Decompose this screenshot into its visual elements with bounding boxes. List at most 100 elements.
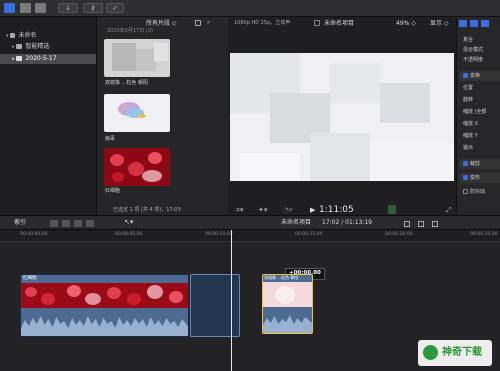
clip-label: 病毒: [105, 136, 116, 142]
disclosure-icon[interactable]: ▸: [12, 44, 15, 50]
play-icon[interactable]: ▶: [310, 207, 315, 214]
speed-icon[interactable]: ◔▾: [283, 207, 293, 214]
audio-waveform: [21, 310, 188, 336]
inspector-row-label: 防抖动: [470, 189, 486, 195]
clip-name-label: 红细胞: [23, 276, 37, 281]
inspector: 复合 混合模式 不透明度 变换 位置 旋转 缩放 (全部 缩放 X 缩放 Y 锚…: [456, 17, 500, 215]
timeline-project-name: 未命名项目: [281, 219, 312, 226]
inspector-row-rotation[interactable]: 旋转: [459, 95, 500, 105]
sidebar-item-smart-collections[interactable]: ▸ 智能精选: [0, 42, 96, 52]
audio-waveform: [263, 309, 312, 333]
date-header-label: 2020年5月17日: [107, 28, 145, 34]
inspector-row-stabilization[interactable]: 防抖动: [459, 187, 500, 197]
timeline-gap-clip[interactable]: [190, 274, 240, 337]
clip-appearance-icon[interactable]: [404, 221, 410, 227]
import-button[interactable]: ↓: [58, 3, 78, 13]
folder-icon: [16, 44, 23, 49]
inspector-row-position[interactable]: 位置: [459, 83, 500, 93]
clip-filmstrip: [263, 282, 312, 307]
inspector-row-label: 缩放 Y: [463, 133, 478, 139]
timeline-toolbar: 索引 ↖▾ 未命名项目 17:02 / 01:13:19: [0, 215, 500, 230]
sidebar-item-label: 未命名: [18, 32, 37, 39]
viewer: 1080p HD 25p，立体声 未命名项目 49% ◇ 显示 ◇ ⌗▾ ✦▾ …: [228, 17, 456, 215]
info-inspector-icon[interactable]: [481, 20, 489, 27]
clip-label: 双镜像 ...粒色 朝阳: [105, 80, 148, 86]
clip-thumbnail-virus[interactable]: [104, 94, 170, 132]
inspector-row-label: 复合: [463, 37, 474, 43]
index-button[interactable]: 索引: [14, 220, 26, 226]
clip-filter-dropdown[interactable]: 所有片段 ◇: [146, 21, 177, 27]
playhead[interactable]: [231, 230, 232, 371]
display-dropdown[interactable]: 显示 ◇: [430, 21, 449, 27]
download-icon: ↓: [65, 4, 71, 12]
connect-clip-icon[interactable]: [50, 220, 58, 227]
ruler-tick-label: 00:00:00:00: [20, 232, 48, 237]
ruler-tick-label: 00:00:05:00: [115, 232, 143, 237]
fullscreen-icon[interactable]: ⤢: [446, 207, 452, 214]
inspector-row-crop[interactable]: 裁剪: [459, 159, 500, 169]
inspector-row-label: 缩放 X: [463, 121, 479, 127]
timeline-clip-mirror[interactable]: 双镜像 ...粒色 朝阳: [262, 274, 313, 334]
disclosure-icon[interactable]: ▾: [6, 33, 9, 39]
inspector-row-anchor[interactable]: 锚点: [459, 143, 500, 153]
ruler-tick-label: 00:00:15:00: [295, 232, 323, 237]
enhancements-icon[interactable]: ✦▾: [258, 207, 267, 214]
inspector-row-scale-all[interactable]: 缩放 (全部: [459, 107, 500, 117]
keyword-button[interactable]: ⚷: [83, 3, 103, 13]
checkbox[interactable]: [463, 161, 468, 166]
inspector-row-compositing[interactable]: 复合: [459, 35, 500, 45]
search-icon[interactable]: ⌕: [207, 20, 210, 26]
title-toolbar: ↓ ⚷ ✓: [0, 0, 500, 17]
sidebar-item-label: 智能精选: [25, 43, 50, 50]
inspector-row-label: 裁剪: [470, 161, 481, 167]
clip-name-label: 双镜像 ...粒色 朝阳: [264, 275, 299, 280]
video-inspector-icon[interactable]: [459, 20, 467, 27]
inspector-row-label: 变形: [470, 175, 481, 181]
insert-clip-icon[interactable]: [62, 220, 70, 227]
inspector-row-opacity[interactable]: 不透明度: [459, 55, 500, 65]
clip-filmstrip: [21, 283, 188, 308]
disclosure-icon[interactable]: ▸: [12, 56, 15, 62]
filter-label: 所有片段: [146, 20, 171, 27]
timecode-display[interactable]: 1:11:05: [319, 206, 354, 215]
library-browser-toggle[interactable]: [4, 3, 15, 13]
effects-browser-icon[interactable]: [418, 221, 424, 227]
select-tool-icon[interactable]: ↖▾: [124, 219, 133, 226]
transform-tool-icon[interactable]: ⌗▾: [236, 207, 243, 214]
photos-audio-toggle[interactable]: [20, 3, 31, 13]
timeline-ruler[interactable]: 00:00:00:00 00:00:05:00 00:00:10:00 00:0…: [0, 230, 500, 242]
display-label: 显示: [430, 20, 443, 27]
append-clip-icon[interactable]: [74, 220, 82, 227]
audio-meter-icon: [388, 205, 396, 214]
inspector-row-scale-x[interactable]: 缩放 X: [459, 119, 500, 129]
filmstrip-view-icon[interactable]: [195, 20, 201, 26]
sidebar-item-event[interactable]: ▸ 2020-5-17: [0, 54, 96, 64]
inspector-row-transform[interactable]: 变换: [459, 71, 500, 81]
inspector-row-label: 位置: [463, 85, 474, 91]
checkbox[interactable]: [463, 73, 468, 78]
library-icon: [10, 33, 16, 38]
inspector-row-blend-mode[interactable]: 混合模式: [459, 45, 500, 55]
checkbox[interactable]: [463, 175, 468, 180]
viewer-frame[interactable]: [230, 53, 454, 181]
inspector-row-label: 锚点: [463, 145, 474, 151]
timeline-tracks[interactable]: 红细胞 +00:00.00 双镜像 ...粒色 朝阳 神奇下载: [0, 230, 500, 371]
timeline-clip-red-cells[interactable]: 红细胞: [20, 274, 189, 337]
inspector-row-scale-y[interactable]: 缩放 Y: [459, 131, 500, 141]
overwrite-clip-icon[interactable]: [86, 220, 94, 227]
inspector-row-distort[interactable]: 变形: [459, 173, 500, 183]
zoom-dropdown[interactable]: 49% ◇: [396, 21, 416, 27]
checkbox[interactable]: [463, 189, 468, 194]
transitions-browser-icon[interactable]: [432, 221, 438, 227]
watermark-logo-icon: [423, 345, 438, 360]
titles-toggle[interactable]: [35, 3, 46, 13]
clip-thumbnail-red-cells[interactable]: [104, 148, 170, 186]
clip-thumbnail-mirror[interactable]: [104, 39, 170, 77]
background-tasks-button[interactable]: ✓: [106, 3, 124, 13]
watermark-text: 神奇下载: [442, 347, 482, 358]
library-sidebar: ▾ 未命名 ▸ 智能精选 ▸ 2020-5-17: [0, 17, 97, 215]
sidebar-item-label: 2020-5-17: [25, 55, 57, 62]
sidebar-item-library[interactable]: ▾ 未命名: [0, 31, 96, 41]
audio-inspector-icon[interactable]: [470, 20, 478, 27]
date-count: (3): [145, 28, 153, 34]
